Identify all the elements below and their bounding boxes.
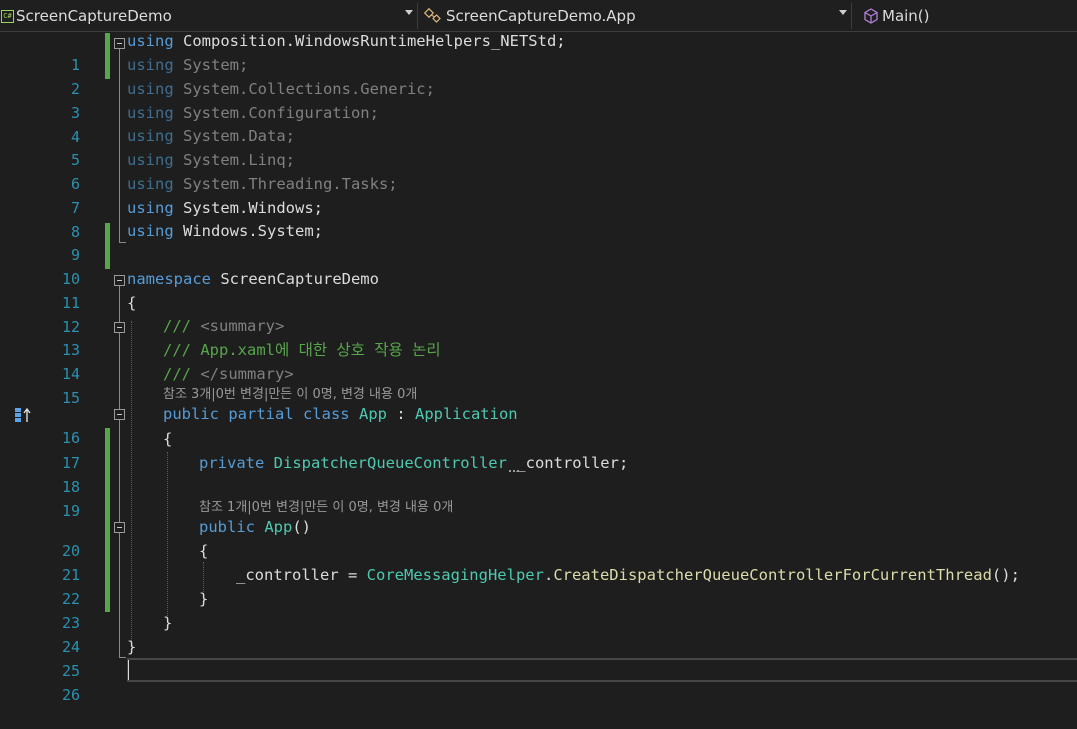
code-text: ()	[292, 518, 312, 536]
keyword: namespace	[127, 270, 211, 288]
code-text: System;	[173, 56, 249, 74]
type-name: DispatcherQueueController	[273, 454, 507, 472]
keyword: using	[127, 32, 174, 50]
code-line-3: 3 using System.Collections.Generic;	[0, 77, 1077, 122]
keyword: using	[127, 104, 174, 122]
code-line-24: 24 }	[0, 611, 1077, 656]
type-name: App	[358, 405, 387, 423]
code-text: {	[127, 294, 137, 312]
comment: /// App.xaml에 대한 상호 작용 논리	[163, 341, 441, 359]
code-line-16: 16 public partial class App : Applicatio…	[0, 402, 1077, 447]
code-text: System.Collections.Generic;	[173, 80, 435, 98]
method-name: CreateDispatcherQueueControllerForCurren…	[553, 566, 992, 584]
comment: ///	[163, 365, 201, 383]
navigation-bar: C# ScreenCaptureDemo ScreenCaptureDemo.A…	[0, 0, 1077, 32]
code-line-1: 1 using Composition.WindowsRuntimeHelper…	[0, 29, 1077, 74]
method-cube-icon	[862, 7, 880, 25]
code-text: System.Windows;	[173, 199, 323, 217]
code-text: :	[386, 405, 415, 423]
code-text: {	[163, 430, 173, 448]
keyword: private	[199, 454, 265, 472]
keyword: public	[199, 518, 255, 536]
keyword: using	[127, 199, 174, 217]
type-dropdown-label: ScreenCaptureDemo.App	[446, 7, 636, 25]
code-text: =	[338, 566, 367, 584]
member-dropdown[interactable]: Main()	[859, 3, 1077, 29]
comment-tag: </summary>	[200, 365, 294, 383]
keyword: using	[127, 127, 174, 145]
keyword: using	[127, 80, 174, 98]
code-line-5: 5 using System.Data;	[0, 124, 1077, 169]
project-dropdown-label: ScreenCaptureDemo	[16, 7, 172, 25]
code-line-23: 23 }	[0, 587, 1077, 632]
code-line-17: 17 {	[0, 427, 1077, 472]
type-dropdown[interactable]: ScreenCaptureDemo.App	[424, 3, 852, 29]
type-name: CoreMessagingHelper	[366, 566, 544, 584]
code-text: {	[199, 542, 209, 560]
code-line-10: 10	[0, 243, 1077, 288]
type-name: App	[264, 518, 293, 536]
keyword: using	[127, 222, 174, 240]
code-text: }	[127, 638, 137, 656]
keyword: using	[127, 151, 174, 169]
code-line-18: 18 private DispatcherQueueController _co…	[0, 451, 1077, 496]
code-line-26: 26	[0, 659, 1077, 704]
code-editor[interactable]: 1 using Composition.WindowsRuntimeHelper…	[0, 32, 1077, 729]
code-line-6: 6 using System.Linq;	[0, 148, 1077, 193]
code-text: ();	[991, 566, 1020, 584]
code-text: System.Linq;	[173, 151, 295, 169]
code-line-2: 2 using System;	[0, 53, 1077, 98]
code-text: Windows.System;	[173, 222, 323, 240]
code-text: System.Data;	[173, 127, 295, 145]
code-text: }	[199, 590, 209, 608]
code-line-11: 11 namespace ScreenCaptureDemo	[0, 267, 1077, 312]
code-text: }	[163, 614, 173, 632]
project-dropdown[interactable]: C# ScreenCaptureDemo	[0, 3, 418, 29]
class-icon	[424, 6, 444, 26]
code-text: System.Configuration;	[173, 104, 379, 122]
code-text: _controller	[236, 566, 339, 584]
code-text: Composition.WindowsRuntimeHelpers_NETStd…	[173, 32, 566, 50]
chevron-down-icon[interactable]	[839, 10, 847, 15]
comment-tag: <summary>	[200, 317, 285, 335]
keyword: using	[127, 56, 174, 74]
member-dropdown-label: Main()	[882, 7, 930, 25]
code-text: controller;	[525, 454, 629, 472]
comment: ///	[163, 317, 201, 335]
code-line-12: 12 {	[0, 291, 1077, 336]
code-text: .	[543, 566, 554, 584]
code-line-21: 21 {	[0, 539, 1077, 584]
code-line-7: 7 using System.Threading.Tasks;	[0, 172, 1077, 217]
code-line-15: 15 /// </summary>	[0, 362, 1077, 407]
keyword: using	[127, 175, 174, 193]
code-line-22: 22 _controller = CoreMessagingHelper.Cre…	[0, 563, 1077, 608]
code-line-20: 20 public App()	[0, 515, 1077, 560]
csharp-project-icon: C#	[1, 9, 14, 23]
type-name: Application	[414, 405, 518, 423]
code-text: ScreenCaptureDemo	[211, 270, 379, 288]
code-line-13: 13 /// <summary>	[0, 314, 1077, 359]
keyword: public partial class	[163, 405, 350, 423]
code-line-25: 25 }	[0, 635, 1077, 680]
code-text: System.Threading.Tasks;	[173, 175, 398, 193]
code-line-8: 8 using System.Windows;	[0, 196, 1077, 241]
code-line-19: 19	[0, 475, 1077, 520]
suggestion-dots[interactable]	[509, 469, 519, 472]
line-number: 26	[61, 686, 80, 704]
code-line-14: 14 /// App.xaml에 대한 상호 작용 논리	[0, 338, 1077, 383]
chevron-down-icon[interactable]	[405, 10, 413, 15]
code-line-4: 4 using System.Configuration;	[0, 101, 1077, 146]
code-line-9: 9 using Windows.System;	[0, 219, 1077, 264]
